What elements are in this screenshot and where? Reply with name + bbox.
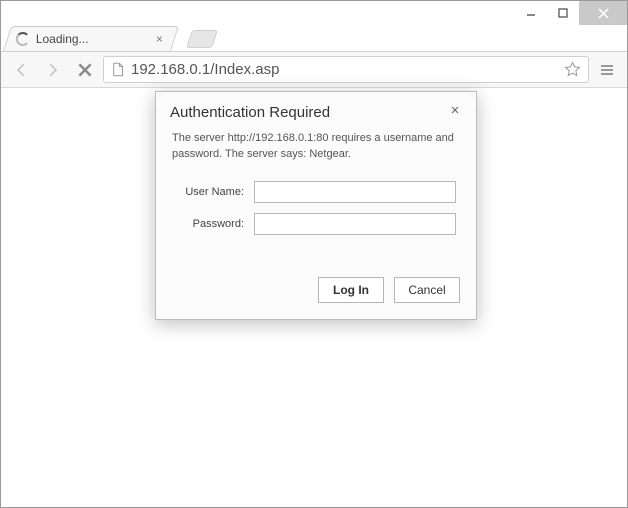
username-label: User Name: (176, 186, 254, 198)
window-close-button[interactable] (579, 1, 627, 25)
spinner-icon (16, 32, 30, 46)
page-icon (110, 62, 125, 77)
username-input[interactable] (254, 181, 456, 203)
auth-dialog: Authentication Required × The server htt… (155, 91, 477, 320)
dialog-message: The server http://192.168.0.1:80 require… (156, 127, 476, 175)
back-button[interactable] (7, 56, 35, 84)
browser-tab[interactable]: Loading... × (3, 26, 179, 51)
browser-window: Loading... × 192.168.0.1/Index.asp (0, 0, 628, 508)
login-button[interactable]: Log In (318, 277, 384, 303)
new-tab-button[interactable] (186, 30, 218, 48)
menu-button[interactable] (593, 56, 621, 84)
tab-close-button[interactable]: × (156, 34, 166, 44)
window-maximize-button[interactable] (547, 1, 579, 25)
window-minimize-button[interactable] (515, 1, 547, 25)
page-content: Authentication Required × The server htt… (1, 88, 627, 507)
auth-form: User Name: Password: (156, 175, 476, 259)
toolbar: 192.168.0.1/Index.asp (1, 52, 627, 88)
forward-button[interactable] (39, 56, 67, 84)
dialog-title: Authentication Required (170, 104, 448, 121)
tab-title: Loading... (36, 32, 150, 46)
stop-button[interactable] (71, 56, 99, 84)
password-label: Password: (176, 218, 254, 230)
dialog-close-button[interactable]: × (448, 104, 462, 118)
tab-strip: Loading... × (1, 25, 627, 52)
url-text: 192.168.0.1/Index.asp (131, 61, 558, 78)
bookmark-star-icon[interactable] (564, 61, 582, 79)
window-titlebar (1, 1, 627, 25)
address-bar[interactable]: 192.168.0.1/Index.asp (103, 56, 589, 83)
password-input[interactable] (254, 213, 456, 235)
cancel-button[interactable]: Cancel (394, 277, 460, 303)
